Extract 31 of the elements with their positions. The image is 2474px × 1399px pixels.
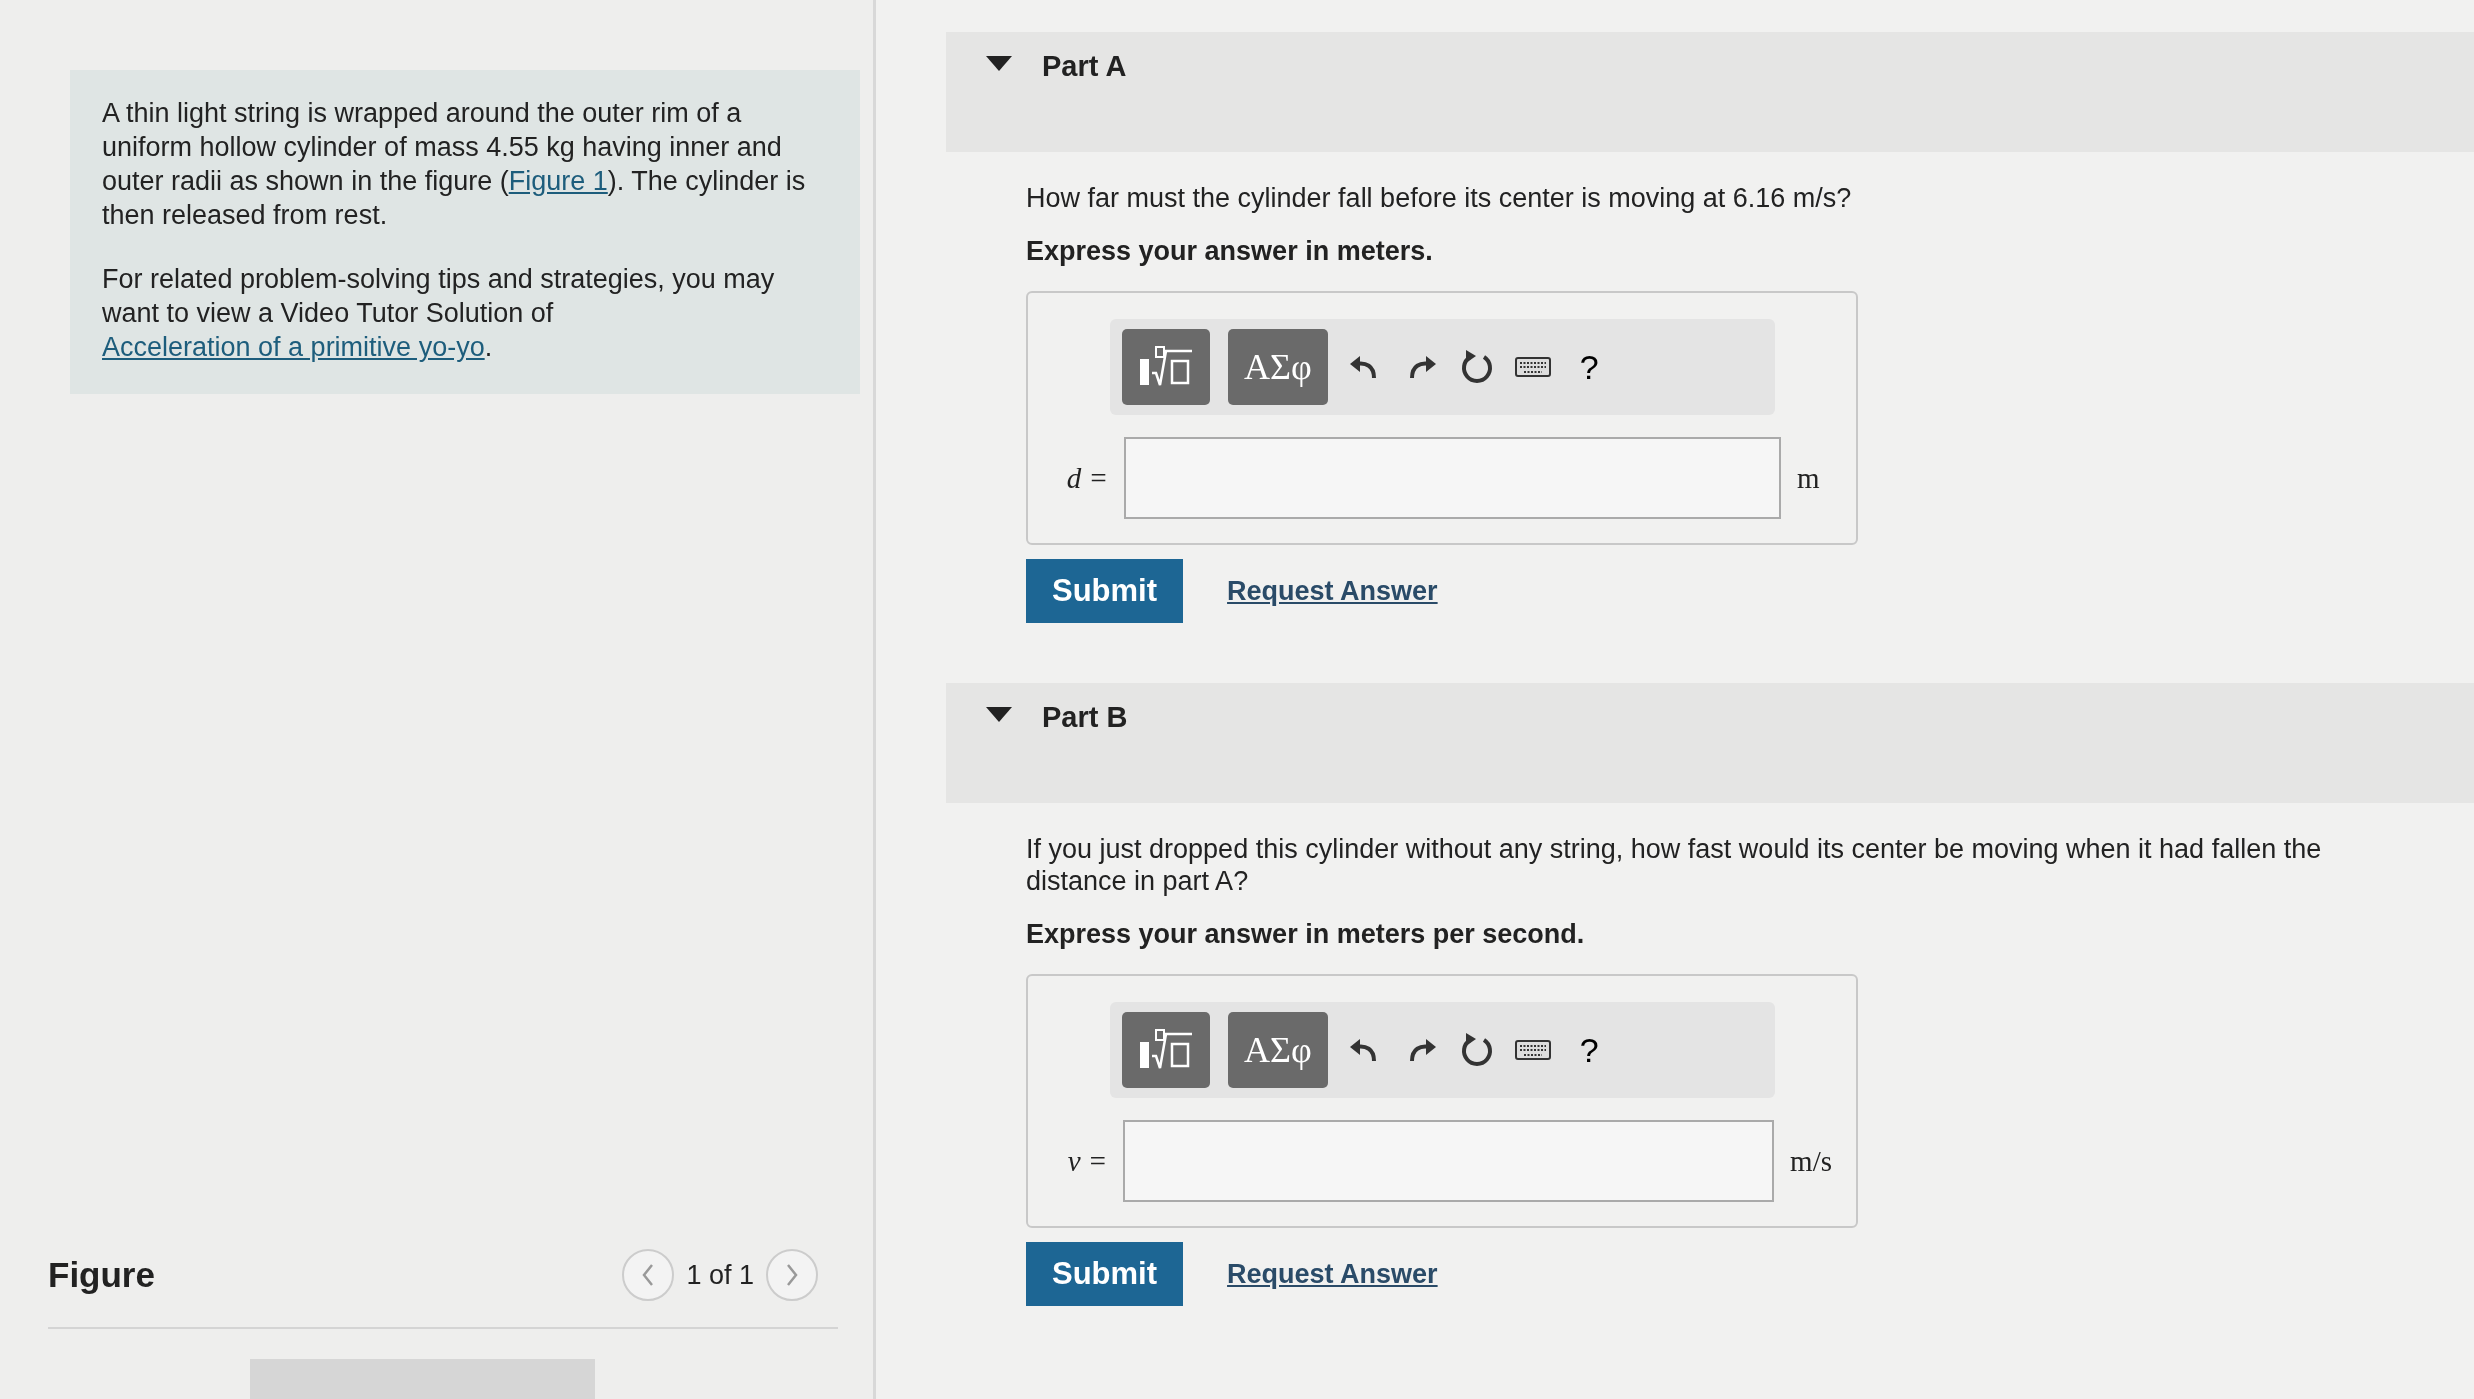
help-button[interactable]: ? xyxy=(1569,1030,1609,1070)
unit-label: m xyxy=(1797,461,1820,495)
unit-label: m/s xyxy=(1790,1144,1832,1178)
templates-button[interactable] xyxy=(1122,1012,1210,1088)
question-text: If you just dropped this cylinder without any string, how fast would its center be moving when it had fallen the distance in part A? xyxy=(1026,833,2323,897)
instruction-text: Express your answer in meters per second. xyxy=(1026,919,1586,950)
symbols-button[interactable]: ΑΣφ xyxy=(1228,329,1328,405)
instruction-text: Express your answer in meters. xyxy=(1026,236,1434,267)
answer-input[interactable] xyxy=(1124,437,1781,519)
caret-icon xyxy=(986,56,1012,71)
help-button[interactable]: ? xyxy=(1569,347,1609,387)
symbols-button[interactable]: ΑΣφ xyxy=(1228,1012,1328,1088)
chevron-right-icon xyxy=(784,1263,800,1287)
tutor-text: For related problem-solving tips and strategies, you may want to view a Video Tutor Solution of Acceleration of a primitive yo-yo. xyxy=(102,263,776,364)
variable-label: d = xyxy=(1065,461,1108,495)
figure-link[interactable]: Figure 1 xyxy=(508,166,608,196)
problem-text: A thin light string is wrapped around the outer rim of a uniform hollow cylinder of mass 4.55 kg having inner and outer radii as shown in the figure (Figure 1). The cylinder is then released from rest. xyxy=(102,97,807,232)
variable-label: v = xyxy=(1066,1144,1108,1178)
request-answer-link[interactable]: Request Answer xyxy=(1227,575,1438,607)
question-text: How far must the cylinder fall before its center is moving at 6.16 m/s? xyxy=(1026,182,1853,214)
part-title: Part B xyxy=(1042,700,1128,735)
answer-input[interactable] xyxy=(1123,1120,1775,1202)
part-title: Part A xyxy=(1042,49,1127,84)
page-indicator: 1 of 1 xyxy=(686,1259,754,1291)
video-tutor-link[interactable]: Acceleration of a primitive yo-yo xyxy=(102,332,485,362)
templates-button[interactable] xyxy=(1122,329,1210,405)
caret-icon xyxy=(986,707,1012,722)
request-answer-link[interactable]: Request Answer xyxy=(1227,1258,1438,1290)
submit-button[interactable]: Submit xyxy=(1026,559,1184,623)
submit-button[interactable]: Submit xyxy=(1026,1242,1184,1306)
figure-title: Figure xyxy=(48,1255,156,1295)
